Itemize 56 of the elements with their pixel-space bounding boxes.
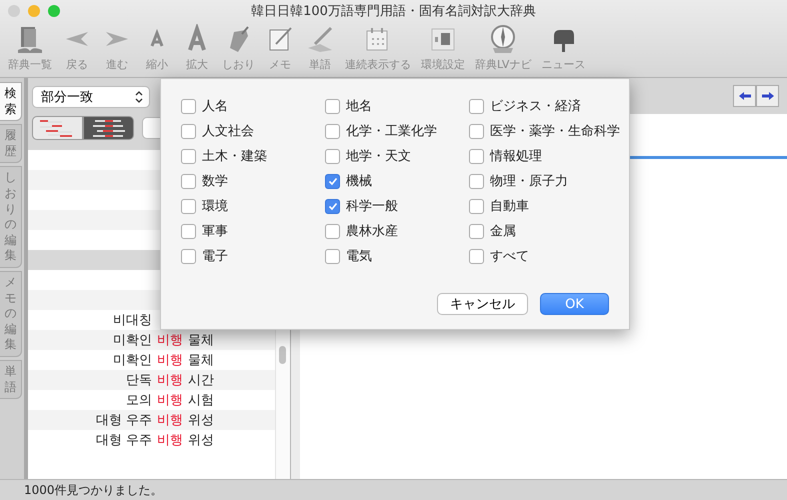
result-text: 위성 bbox=[188, 432, 214, 449]
category-checkbox[interactable]: 人文社会 bbox=[181, 122, 325, 140]
view-mode-button[interactable] bbox=[83, 116, 134, 140]
category-checkbox[interactable]: ビジネス・経済 bbox=[469, 97, 620, 115]
match-mode-dropdown[interactable]: 部分一致 bbox=[32, 86, 150, 108]
category-checkbox[interactable]: 医学・薬学・生命科学 bbox=[469, 122, 620, 140]
highlighted-match: 비행 bbox=[157, 392, 183, 409]
category-checkbox[interactable]: 環境 bbox=[181, 197, 325, 215]
highlighted-match: 비행 bbox=[157, 372, 183, 389]
scrollbar-thumb[interactable] bbox=[279, 346, 286, 364]
category-checkbox[interactable]: 科学一般 bbox=[325, 197, 469, 215]
view-mode-button[interactable] bbox=[32, 116, 83, 140]
highlighted-match: 비행 bbox=[157, 332, 183, 349]
category-checkbox[interactable]: 金属 bbox=[469, 222, 620, 240]
category-checkbox[interactable]: すべて bbox=[469, 247, 620, 265]
category-checkbox[interactable]: 電気 bbox=[325, 247, 469, 265]
category-checkbox[interactable]: 情報処理 bbox=[469, 147, 620, 165]
left-arrow-icon bbox=[738, 91, 752, 101]
right-arrow-icon bbox=[760, 91, 774, 101]
highlighted-match: 비행 bbox=[157, 412, 183, 429]
category-checkbox[interactable]: 電子 bbox=[181, 247, 325, 265]
checkmark-icon bbox=[328, 202, 338, 210]
category-checkbox[interactable]: 軍事 bbox=[181, 222, 325, 240]
result-text: 미확인 bbox=[112, 352, 152, 369]
checkmark-icon bbox=[328, 176, 338, 186]
result-text: 위성 bbox=[188, 412, 214, 429]
result-text: 시간 bbox=[188, 372, 214, 389]
category-checkbox[interactable]: 土木・建築 bbox=[181, 147, 325, 165]
side-tab[interactable]: 検索 bbox=[0, 82, 22, 122]
category-checkbox[interactable]: 農林水産 bbox=[325, 222, 469, 240]
result-text: 대형 우주 bbox=[94, 412, 152, 429]
result-text: 모의 bbox=[125, 392, 152, 409]
highlighted-match: 비행 bbox=[157, 432, 183, 449]
category-checkbox[interactable]: 人名 bbox=[181, 97, 325, 115]
category-checkbox[interactable]: 機械 bbox=[325, 172, 469, 190]
back-button[interactable] bbox=[733, 85, 756, 107]
forward-button[interactable] bbox=[756, 85, 779, 107]
result-text: 미확인 bbox=[112, 332, 152, 349]
window-title: 韓日日韓100万語専門用語・固有名詞対訳大辞典 bbox=[251, 4, 536, 19]
result-text: 단독 bbox=[125, 372, 152, 389]
category-checkbox[interactable]: 地名 bbox=[325, 97, 469, 115]
stepper-chevrons-icon bbox=[135, 91, 143, 103]
result-text: 대형 우주 bbox=[94, 432, 152, 449]
result-text: 물체 bbox=[188, 352, 214, 369]
category-checkbox[interactable]: 物理・原子力 bbox=[469, 172, 620, 190]
book-icon bbox=[15, 24, 45, 54]
category-checkbox[interactable]: 化学・工業化学 bbox=[325, 122, 469, 140]
category-checkbox[interactable]: 自動車 bbox=[469, 197, 620, 215]
result-text: 비대칭 bbox=[112, 312, 152, 329]
category-checkbox[interactable]: 地学・天文 bbox=[325, 147, 469, 165]
result-text: 시험 bbox=[188, 392, 214, 409]
highlighted-match: 비행 bbox=[157, 352, 183, 369]
cancel-button[interactable]: キャンセル bbox=[437, 293, 528, 315]
category-checkbox[interactable]: 数学 bbox=[181, 172, 325, 190]
result-text: 물체 bbox=[188, 332, 214, 349]
status-text: 1000件見つかりました。 bbox=[24, 482, 163, 498]
